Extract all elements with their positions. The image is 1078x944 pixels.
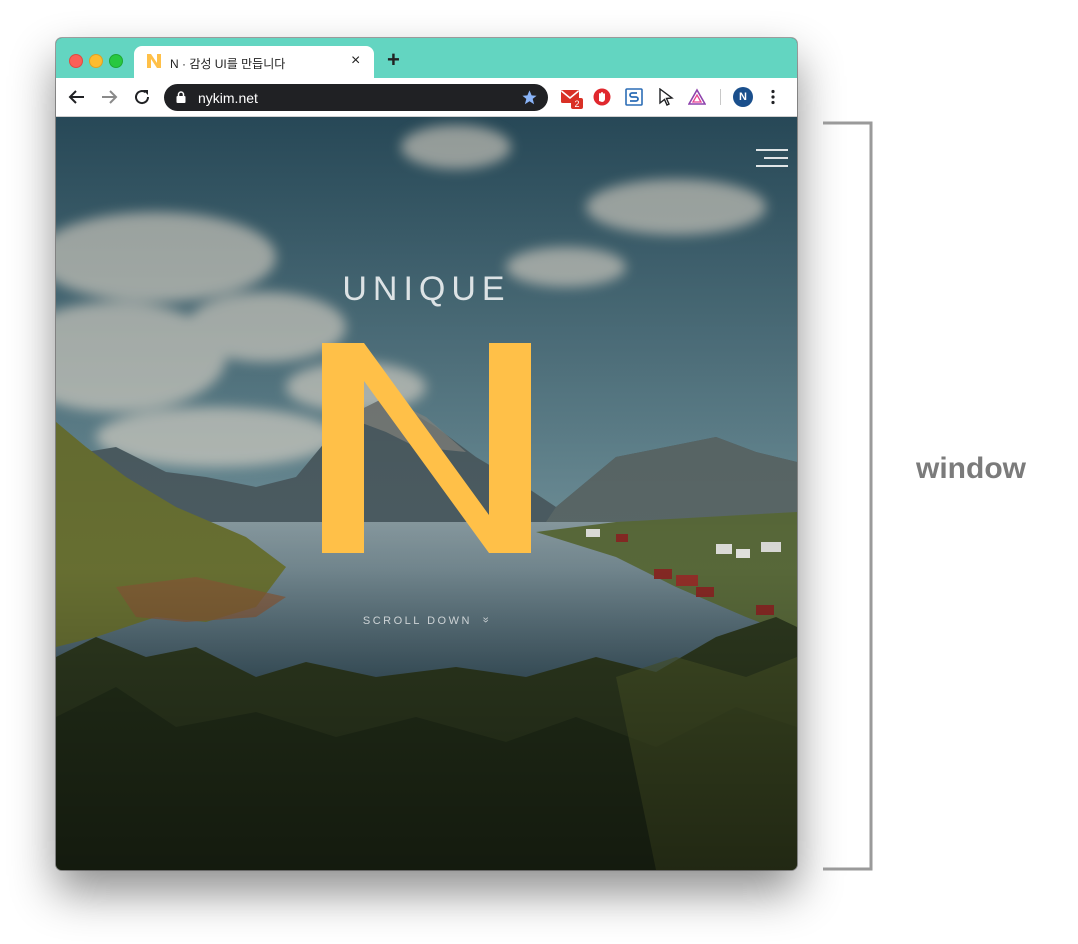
window-annotation-label: window [916, 452, 1026, 485]
browser-menu-icon[interactable] [770, 89, 776, 105]
browser-toolbar: nykim.net 2 N [56, 78, 797, 117]
profile-avatar[interactable]: N [733, 87, 753, 107]
n-logo-favicon-icon [147, 54, 161, 68]
zoom-window-button[interactable] [109, 54, 123, 68]
lock-icon [176, 91, 186, 103]
new-tab-button[interactable]: + [387, 49, 400, 71]
scroll-down-label: SCROLL DOWN [362, 615, 472, 627]
double-chevron-down-icon: » [479, 616, 492, 626]
hamburger-menu-icon[interactable] [756, 147, 788, 169]
back-arrow-icon[interactable] [68, 88, 86, 106]
address-url: nykim.net [198, 90, 258, 106]
browser-window: N · 감성 UI를 만듭니다 × + nykim.net 2 N UNIQUE… [56, 38, 797, 870]
tab-close-icon[interactable]: × [351, 52, 360, 70]
address-bar[interactable]: nykim.net [164, 84, 548, 111]
triangle-extension-icon[interactable] [688, 88, 706, 106]
hero-heading: UNIQUE [342, 270, 511, 308]
s-extension-icon[interactable] [625, 88, 643, 106]
scroll-down-link[interactable]: SCROLL DOWN » [56, 615, 797, 627]
gmail-extension-icon[interactable]: 2 [560, 88, 584, 110]
landscape-background-image [56, 117, 797, 870]
forward-arrow-icon[interactable] [100, 88, 118, 106]
adblock-extension-icon[interactable] [593, 88, 611, 106]
page-viewport: UNIQUE SCROLL DOWN » [56, 117, 797, 870]
tab-bar: N · 감성 UI를 만듭니다 × + [56, 38, 797, 79]
window-bracket-annotation [823, 121, 873, 871]
reload-icon[interactable] [133, 88, 151, 106]
browser-tab[interactable]: N · 감성 UI를 만듭니다 × [134, 46, 374, 79]
tab-title: N · 감성 UI를 만듭니다 [170, 57, 286, 71]
bookmark-star-icon[interactable] [521, 89, 538, 106]
minimize-window-button[interactable] [89, 54, 103, 68]
cursor-extension-icon[interactable] [658, 88, 674, 106]
toolbar-separator [720, 89, 721, 105]
close-window-button[interactable] [69, 54, 83, 68]
gmail-badge-count: 2 [574, 99, 579, 109]
